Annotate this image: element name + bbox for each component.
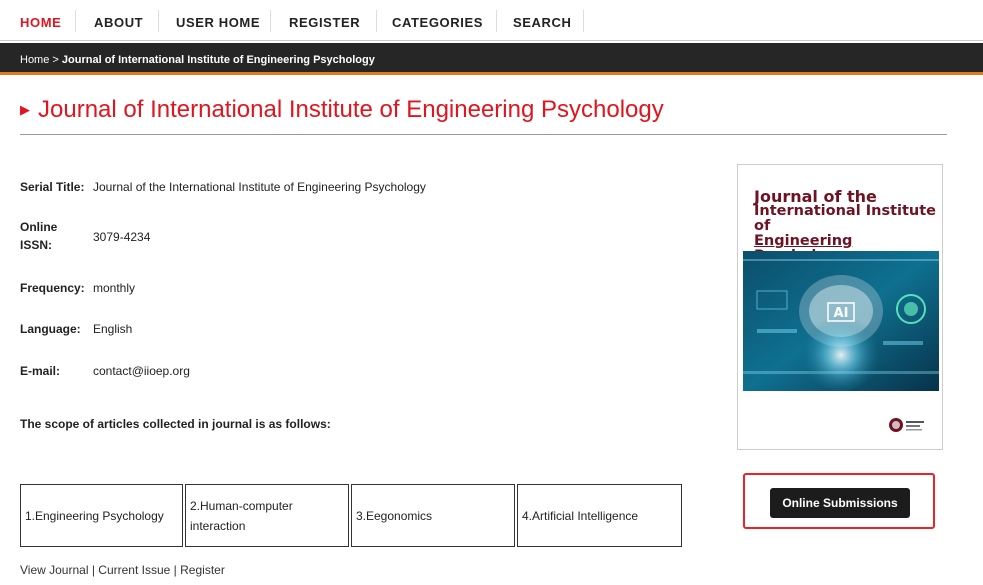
- language-value: English: [93, 322, 133, 336]
- nav-user-home[interactable]: USER HOME: [176, 15, 260, 30]
- scope-item-text: 4.Artificial Intelligence: [522, 508, 639, 523]
- journal-links: View Journal | Current Issue | Register: [20, 563, 225, 577]
- breadcrumb-current: Journal of International Institute of En…: [61, 54, 375, 66]
- journal-cover[interactable]: Journal of the International Institute o…: [737, 164, 943, 450]
- nav-categories[interactable]: CATEGORIES: [392, 15, 483, 30]
- nav-bottom-line: [0, 40, 983, 41]
- email-value[interactable]: contact@iioep.org: [93, 364, 190, 378]
- nav-register[interactable]: REGISTER: [289, 15, 360, 30]
- nav-divider: [75, 10, 76, 32]
- title-divider: [20, 134, 947, 135]
- scope-item-text: 2.Human-computer interaction: [190, 498, 293, 533]
- view-journal-link[interactable]: View Journal: [20, 563, 88, 577]
- publisher-logo-icon: [889, 418, 924, 432]
- cover-title-line2: International Institute of: [754, 203, 937, 234]
- title-bullet-icon: ▶: [20, 102, 30, 117]
- cover-title-line1: Journal of the: [754, 187, 877, 206]
- nav-search[interactable]: SEARCH: [513, 15, 572, 30]
- frequency-value: monthly: [93, 281, 136, 295]
- breadcrumb-trail: Home > Journal of International Institut…: [20, 54, 375, 66]
- nav-divider: [158, 10, 159, 32]
- scope-item: 3.Eegonomics: [351, 484, 515, 547]
- online-submissions-button[interactable]: Online Submissions: [770, 488, 910, 518]
- issn-label-line1: Online: [20, 220, 58, 234]
- cover-ai-label: AI: [834, 306, 849, 321]
- breadcrumb: Home > Journal of International Institut…: [0, 43, 983, 75]
- cover-ai-brain-image: AI: [743, 251, 939, 391]
- scope-heading: The scope of articles collected in journ…: [20, 417, 331, 431]
- top-navigation: HOME ABOUT USER HOME REGISTER CATEGORIES…: [0, 0, 983, 40]
- email-label: E-mail:: [20, 364, 61, 378]
- nav-about[interactable]: ABOUT: [94, 15, 143, 30]
- page-title-text: Journal of International Institute of En…: [38, 96, 664, 123]
- link-separator: |: [173, 563, 177, 577]
- scope-item-text: 1.Engineering Psychology: [25, 508, 164, 523]
- link-separator: |: [91, 563, 95, 577]
- nav-divider: [583, 10, 584, 32]
- scope-item: 2.Human-computer interaction: [185, 484, 349, 547]
- serial-title-value: Journal of the International Institute o…: [93, 180, 426, 194]
- page-title: ▶ Journal of International Institute of E…: [20, 96, 664, 124]
- nav-home[interactable]: HOME: [20, 15, 61, 30]
- nav-divider: [496, 10, 497, 32]
- breadcrumb-separator: >: [52, 54, 59, 66]
- scope-item: 4.Artificial Intelligence: [517, 484, 682, 547]
- scope-item-text: 3.Eegonomics: [356, 508, 433, 523]
- nav-divider: [376, 10, 377, 32]
- issn-value: 3079-4234: [93, 230, 151, 244]
- language-label: Language:: [20, 322, 81, 336]
- issn-label-line2: ISSN:: [20, 238, 53, 252]
- nav-divider: [270, 10, 271, 32]
- serial-title-label: Serial Title:: [20, 180, 85, 194]
- current-issue-link[interactable]: Current Issue: [98, 563, 170, 577]
- breadcrumb-home-link[interactable]: Home: [20, 54, 49, 66]
- frequency-label: Frequency:: [20, 281, 85, 295]
- scope-item: 1.Engineering Psychology: [20, 484, 183, 547]
- register-link[interactable]: Register: [180, 563, 225, 577]
